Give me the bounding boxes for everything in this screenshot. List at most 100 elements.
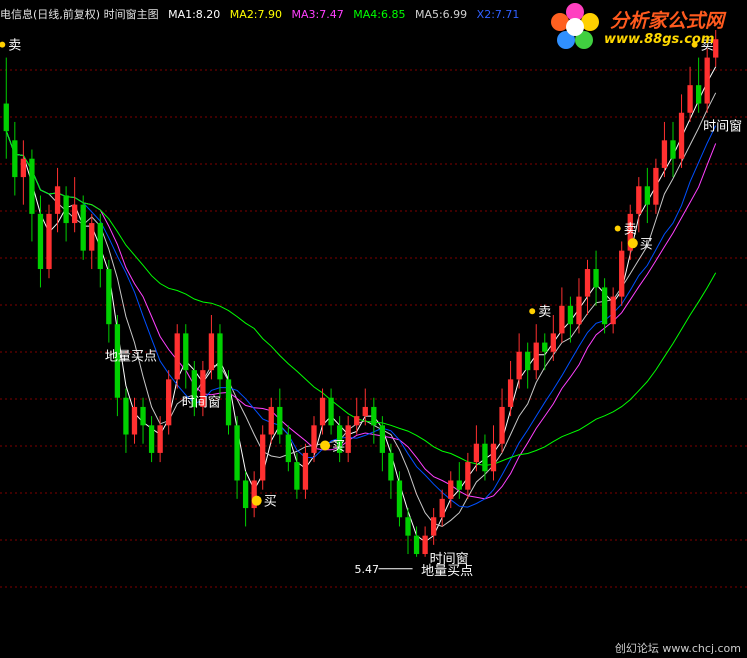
- candle-body: [328, 397, 334, 426]
- candle-body: [396, 480, 403, 518]
- signal-label: 地量买点: [105, 350, 157, 365]
- candle-body: [46, 213, 52, 270]
- candle-body: [268, 406, 274, 435]
- sell-signal: 卖: [538, 305, 551, 320]
- logo-url: www.88gs.com: [604, 32, 715, 47]
- candle-body: [277, 406, 283, 435]
- candle-body: [157, 425, 163, 453]
- candle-body: [311, 425, 317, 453]
- candle-body: [576, 296, 582, 325]
- ma2-line: [5, 92, 717, 528]
- candle-body: [379, 425, 386, 453]
- indicator-header: 电信息(日线,前复权) 时间窗主图 MA1:8.20 MA2:7.90 MA3:…: [0, 6, 525, 22]
- candle-body: [695, 85, 702, 104]
- candle-body: [542, 342, 548, 352]
- candle-body: [29, 158, 35, 214]
- buy-signal: 买: [332, 440, 345, 455]
- candle-body: [72, 204, 78, 224]
- candle-body: [20, 158, 27, 178]
- chart-title: 电信息(日线,前复权) 时间窗主图: [0, 8, 159, 21]
- sell-signal: 卖: [624, 222, 637, 237]
- candle-body: [687, 85, 693, 113]
- candle-body: [550, 333, 556, 352]
- candle-body: [516, 351, 522, 380]
- candle-body: [260, 434, 266, 481]
- money-bag-icon: [627, 238, 638, 249]
- x2-line: [5, 125, 717, 508]
- candle-body: [661, 140, 668, 168]
- buy-signal: 买: [640, 237, 653, 252]
- candle-body: [567, 305, 574, 325]
- candle-body: [388, 452, 394, 481]
- candle-body: [174, 333, 180, 380]
- candle-body: [465, 462, 471, 490]
- candle-body: [242, 480, 249, 509]
- candle-body: [294, 462, 300, 490]
- candle-body: [473, 443, 480, 463]
- candle-body: [123, 397, 129, 435]
- candle-body: [234, 425, 240, 481]
- candle-body: [89, 223, 95, 251]
- sell-icon: [0, 41, 6, 48]
- candle-body: [285, 434, 291, 463]
- candle-body: [507, 379, 514, 407]
- footer-watermark: 创幻论坛 www.chcj.com: [614, 642, 741, 655]
- signal-label: 地量买点: [421, 564, 473, 579]
- candle-body: [704, 57, 710, 104]
- flower-icon: [551, 3, 599, 49]
- candle-body: [131, 406, 138, 435]
- sell-icon: [614, 225, 621, 232]
- candle-body: [371, 406, 377, 426]
- x2-value: X2:7.71: [476, 8, 520, 21]
- candle-body: [12, 140, 18, 178]
- ma1-line: [5, 66, 717, 543]
- ma2-value: MA2:7.90: [229, 8, 283, 21]
- ma4-value: MA4:6.85: [353, 8, 406, 21]
- candle-body: [319, 397, 326, 426]
- logo-title: 分析家公式网: [610, 10, 725, 32]
- candle-body: [559, 305, 565, 334]
- sell-icon: [529, 308, 536, 315]
- candle-body: [140, 406, 146, 426]
- candle-body: [302, 452, 309, 490]
- candle-body: [422, 535, 428, 555]
- candle-body: [636, 186, 642, 214]
- candle-body: [499, 406, 505, 444]
- site-logo: 分析家公式网 www.88gs.com: [548, 2, 743, 52]
- candle-body: [63, 195, 69, 224]
- sell-signal: 卖: [8, 39, 21, 54]
- signal-label: 时间窗: [703, 119, 742, 135]
- candle-body: [80, 204, 86, 251]
- candle-body: [225, 379, 232, 426]
- candle-body: [37, 213, 44, 270]
- candle-body: [533, 342, 539, 371]
- candle-body: [593, 269, 599, 288]
- candle-body: [482, 443, 488, 472]
- candle-body: [619, 250, 625, 297]
- low-price-label: 5.47: [355, 563, 380, 576]
- candle-body: [106, 269, 112, 325]
- candle-body: [3, 103, 9, 132]
- candle-body: [362, 406, 368, 417]
- candle-body: [354, 416, 360, 426]
- money-bag-icon: [320, 440, 331, 451]
- buy-signal: 买: [264, 495, 277, 510]
- candle-body: [653, 167, 659, 205]
- candle-body: [670, 140, 676, 159]
- candle-body: [217, 333, 223, 380]
- signal-label: 时间窗: [182, 395, 221, 411]
- ma3-value: MA3:7.47: [291, 8, 344, 21]
- candle-body: [584, 269, 591, 297]
- candle-body: [54, 186, 61, 214]
- candle-body: [97, 223, 103, 270]
- candle-body: [431, 517, 437, 536]
- candle-body: [439, 498, 445, 518]
- ma3-line: [5, 130, 717, 500]
- candle-body: [601, 287, 608, 325]
- candle-body: [208, 333, 215, 371]
- money-bag-icon: [251, 495, 262, 506]
- candle-body: [405, 517, 411, 536]
- candlestick-chart: 5.47卖时间窗地量买点买买时间窗地量买点卖卖买卖时间窗: [0, 30, 747, 588]
- ma5-value: MA5:6.99: [414, 8, 468, 21]
- candle-body: [183, 333, 189, 371]
